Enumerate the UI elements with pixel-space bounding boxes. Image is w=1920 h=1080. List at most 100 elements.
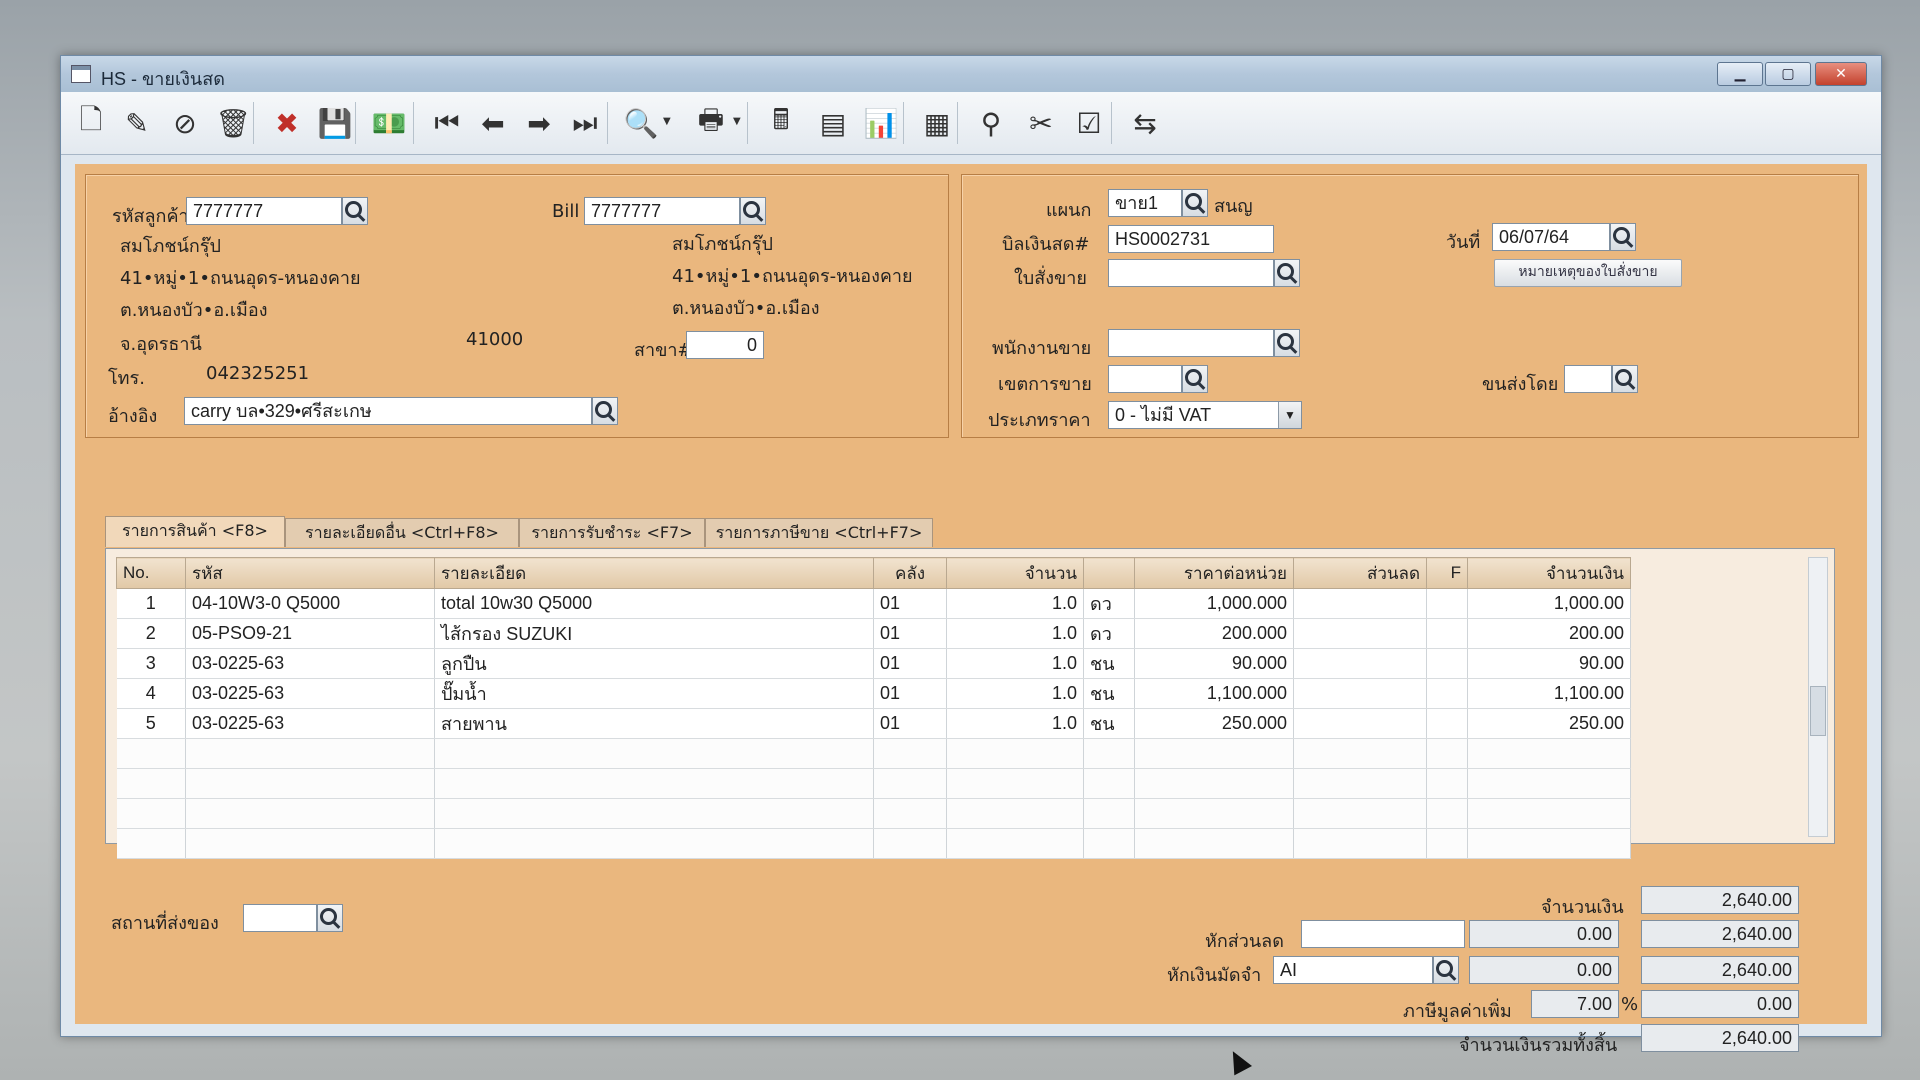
table-cell[interactable]: [434, 798, 874, 829]
table-cell[interactable]: [1293, 738, 1427, 769]
table-cell[interactable]: [946, 738, 1084, 769]
table-cell[interactable]: 1.0: [946, 648, 1084, 679]
table-cell[interactable]: [873, 768, 947, 799]
department-input[interactable]: ขาย1: [1108, 189, 1182, 217]
table-cell[interactable]: [873, 738, 947, 769]
tab-payments[interactable]: รายการรับชำระ <F7>: [519, 518, 705, 547]
column-header[interactable]: รายละเอียด: [434, 557, 874, 589]
table-cell[interactable]: [185, 798, 435, 829]
search-document-icon[interactable]: 🔍: [621, 103, 661, 143]
first-record-icon[interactable]: ⏮: [427, 103, 467, 143]
trash-icon[interactable]: 🗑: [213, 103, 253, 143]
bill-number-input[interactable]: HS0002731: [1108, 225, 1274, 253]
table-cell[interactable]: [1083, 768, 1135, 799]
table-row[interactable]: 5 03-0225-63 สายพาน 01 1.0 ชน 250.000 250.00: [116, 708, 1631, 739]
ok-icon[interactable]: ☑: [1069, 103, 1109, 143]
table-cell[interactable]: [1426, 738, 1468, 769]
grid-scrollbar[interactable]: [1808, 557, 1828, 837]
table-cell[interactable]: [1426, 588, 1468, 619]
next-record-icon[interactable]: ➡: [519, 103, 559, 143]
table-row[interactable]: 2 05-PSO9-21 ไส้กรอง SUZUKI 01 1.0 ดว 200.000 2…: [116, 618, 1631, 649]
table-cell[interactable]: 05-PSO9-21: [185, 618, 435, 649]
table-cell[interactable]: ดว: [1083, 618, 1135, 649]
previous-record-icon[interactable]: ⬅: [473, 103, 513, 143]
table-cell[interactable]: [873, 798, 947, 829]
reference-search-icon[interactable]: [592, 397, 618, 425]
table-cell[interactable]: [434, 738, 874, 769]
table-cell[interactable]: ปั๊มน้ำ: [434, 678, 874, 709]
ship-place-input[interactable]: [243, 904, 317, 932]
bill-to-search-icon[interactable]: [740, 197, 766, 225]
column-header[interactable]: ราคาต่อหน่วย: [1134, 557, 1294, 589]
table-cell[interactable]: 90.000: [1134, 648, 1294, 679]
sales-order-input[interactable]: [1108, 259, 1274, 287]
column-header[interactable]: F: [1426, 557, 1468, 589]
table-cell[interactable]: 200.00: [1467, 618, 1631, 649]
table-cell[interactable]: [116, 828, 186, 859]
void-icon[interactable]: ⊘: [165, 103, 205, 143]
table-cell[interactable]: [1426, 648, 1468, 679]
table-cell[interactable]: 250.00: [1467, 708, 1631, 739]
table-cell[interactable]: [946, 828, 1084, 859]
table-cell[interactable]: 03-0225-63: [185, 708, 435, 739]
table-cell[interactable]: [1293, 708, 1427, 739]
sales-area-search-icon[interactable]: [1182, 365, 1208, 393]
column-header[interactable]: จำนวน: [946, 557, 1084, 589]
table-cell[interactable]: [1293, 828, 1427, 859]
last-record-icon[interactable]: ⏭: [565, 103, 605, 143]
table-cell[interactable]: 1,000.00: [1467, 588, 1631, 619]
table-cell[interactable]: [1293, 768, 1427, 799]
table-cell[interactable]: ลูกปืน: [434, 648, 874, 679]
table-cell[interactable]: [1134, 828, 1294, 859]
order-note-button[interactable]: หมายเหตุของใบสั่งขาย: [1494, 259, 1682, 287]
table-cell[interactable]: [1467, 828, 1631, 859]
report-icon[interactable]: ▦: [917, 103, 957, 143]
discount-text-input[interactable]: [1301, 920, 1465, 948]
sales-area-input[interactable]: [1108, 365, 1182, 393]
date-picker-icon[interactable]: [1610, 223, 1636, 251]
table-cell[interactable]: 200.000: [1134, 618, 1294, 649]
chevron-down-icon[interactable]: ▼: [663, 116, 671, 127]
maximize-button[interactable]: ▢: [1765, 62, 1811, 86]
transfer-icon[interactable]: ⇆: [1125, 103, 1165, 143]
table-cell[interactable]: [1293, 588, 1427, 619]
table-cell[interactable]: 01: [873, 588, 947, 619]
scissors-icon[interactable]: ✂: [1021, 103, 1061, 143]
table-cell[interactable]: [116, 798, 186, 829]
tab-items[interactable]: รายการสินค้า <F8>: [105, 516, 285, 547]
column-header[interactable]: [1083, 557, 1135, 589]
customer-search-icon[interactable]: [342, 197, 368, 225]
department-search-icon[interactable]: [1182, 189, 1208, 217]
table-cell[interactable]: ชน: [1083, 678, 1135, 709]
table-cell[interactable]: [185, 768, 435, 799]
table-cell[interactable]: [434, 828, 874, 859]
table-cell[interactable]: [1467, 768, 1631, 799]
close-button[interactable]: ✕: [1815, 62, 1867, 86]
table-cell[interactable]: [185, 738, 435, 769]
calculator-icon[interactable]: 🖩: [761, 103, 801, 143]
ok-person-icon[interactable]: ⚲: [971, 103, 1011, 143]
date-input[interactable]: 06/07/64: [1492, 223, 1610, 251]
chart-icon[interactable]: 📊: [861, 103, 901, 143]
table-cell[interactable]: [1426, 798, 1468, 829]
table-cell[interactable]: [873, 828, 947, 859]
table-cell[interactable]: [1467, 798, 1631, 829]
empty-row[interactable]: [116, 798, 1631, 829]
vat-rate-value[interactable]: 7.00: [1531, 990, 1619, 1018]
table-cell[interactable]: 1,100.00: [1467, 678, 1631, 709]
table-cell[interactable]: [1426, 678, 1468, 709]
table-cell[interactable]: 4: [116, 678, 186, 709]
chevron-down-icon[interactable]: ▼: [1278, 402, 1301, 428]
table-cell[interactable]: 1.0: [946, 618, 1084, 649]
table-cell[interactable]: 2: [116, 618, 186, 649]
ship-by-input[interactable]: [1564, 365, 1612, 393]
empty-row[interactable]: [116, 828, 1631, 859]
chevron-down-icon[interactable]: ▼: [733, 116, 741, 127]
table-cell[interactable]: ชน: [1083, 708, 1135, 739]
table-cell[interactable]: [1426, 828, 1468, 859]
ship-place-search-icon[interactable]: [317, 904, 343, 932]
price-type-select[interactable]: 0 - ไม่มี VAT ▼: [1108, 401, 1302, 429]
table-cell[interactable]: [1134, 738, 1294, 769]
table-cell[interactable]: [946, 768, 1084, 799]
register-icon[interactable]: ▤: [813, 103, 853, 143]
